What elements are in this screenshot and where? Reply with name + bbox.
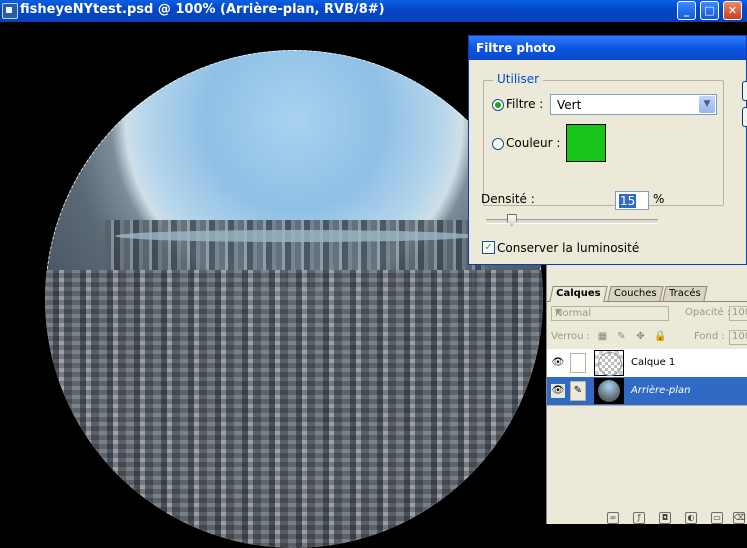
density-slider-thumb[interactable]	[506, 214, 517, 226]
ok-button-edge[interactable]	[742, 81, 747, 101]
filter-select[interactable]: Vert ▼	[550, 94, 717, 115]
use-group-label: Utiliser	[493, 72, 544, 86]
trash-icon[interactable]: ⌫	[733, 512, 745, 524]
chevron-down-icon: ▼	[555, 307, 562, 316]
preserve-luminosity-checkbox[interactable]: ✓	[482, 241, 495, 254]
window-title: fisheyeNYtest.psd @ 100% (Arrière-plan, …	[20, 2, 385, 17]
maximize-button[interactable]: □	[700, 1, 719, 20]
eye-icon[interactable]: 👁	[551, 356, 565, 370]
filter-radio[interactable]	[492, 99, 504, 111]
density-value: 15	[619, 194, 637, 208]
chevron-down-icon[interactable]: ▼	[699, 96, 715, 113]
density-label: Densité :	[481, 192, 535, 206]
layer-thumbnail	[594, 350, 624, 376]
close-button[interactable]: ✕	[723, 1, 742, 20]
photo-filter-dialog: Filtre photo Utiliser Filtre : Vert ▼ Co…	[468, 35, 747, 265]
density-unit: %	[653, 192, 665, 206]
eye-icon[interactable]: 👁	[551, 384, 565, 398]
layer-thumbnail	[594, 378, 624, 404]
blend-mode-select[interactable]: Normal ▼	[551, 306, 669, 321]
filter-label: Filtre :	[506, 97, 544, 111]
mask-icon[interactable]: ◘	[659, 512, 671, 524]
layer-row-arriere-plan[interactable]: 👁 ✎ Arrière-plan	[547, 377, 747, 406]
density-input[interactable]: 15	[615, 191, 649, 210]
filter-select-value: Vert	[557, 98, 582, 112]
layer-name: Arrière-plan	[631, 385, 691, 396]
brush-icon[interactable]: ✎	[616, 331, 627, 342]
photoshop-document-icon	[2, 3, 18, 19]
opacity-input[interactable]: 100	[729, 306, 747, 321]
river	[115, 230, 475, 242]
dialog-title-bar[interactable]: Filtre photo	[469, 36, 746, 60]
layers-panel: Calques Couches Tracés Normal ▼ Opacité …	[546, 265, 747, 524]
move-icon[interactable]: ✥	[635, 331, 646, 342]
color-swatch[interactable]	[566, 124, 606, 162]
panel-tabs: Calques Couches Tracés	[547, 285, 747, 302]
layer-name: Calque 1	[631, 357, 676, 368]
new-layer-icon[interactable]: ▭	[711, 512, 723, 524]
layer-link-box[interactable]	[570, 353, 586, 373]
preserve-luminosity-label: Conserver la luminosité	[497, 241, 640, 255]
cancel-button-edge[interactable]	[742, 107, 747, 127]
lock-icon[interactable]: 🔒	[654, 331, 666, 342]
lock-label: Verrou :	[551, 331, 591, 342]
link-layers-icon[interactable]: ∞	[607, 512, 619, 524]
tab-calques[interactable]: Calques	[549, 286, 608, 302]
opacity-label: Opacité :	[685, 307, 731, 318]
fill-input[interactable]: 100	[729, 330, 747, 345]
minimize-button[interactable]: _	[677, 1, 696, 20]
tab-traces[interactable]: Tracés	[662, 286, 708, 301]
lock-transparency-icon[interactable]: ▦	[597, 331, 608, 342]
brush-icon[interactable]: ✎	[570, 381, 586, 401]
panel-bottom-toolbar: ∞ ƒ ◘ ◐ ▭ ⌫	[547, 512, 747, 524]
color-radio[interactable]	[492, 138, 504, 150]
dialog-title: Filtre photo	[476, 41, 556, 55]
fill-label: Fond :	[694, 331, 725, 342]
city-blocks	[45, 270, 543, 548]
layer-row-calque-1[interactable]: 👁 Calque 1	[547, 349, 747, 378]
layer-style-icon[interactable]: ƒ	[633, 512, 645, 524]
adjustment-icon[interactable]: ◐	[685, 512, 697, 524]
title-bar: fisheyeNYtest.psd @ 100% (Arrière-plan, …	[0, 0, 747, 22]
tab-couches[interactable]: Couches	[607, 286, 664, 301]
color-label: Couleur :	[506, 136, 561, 150]
